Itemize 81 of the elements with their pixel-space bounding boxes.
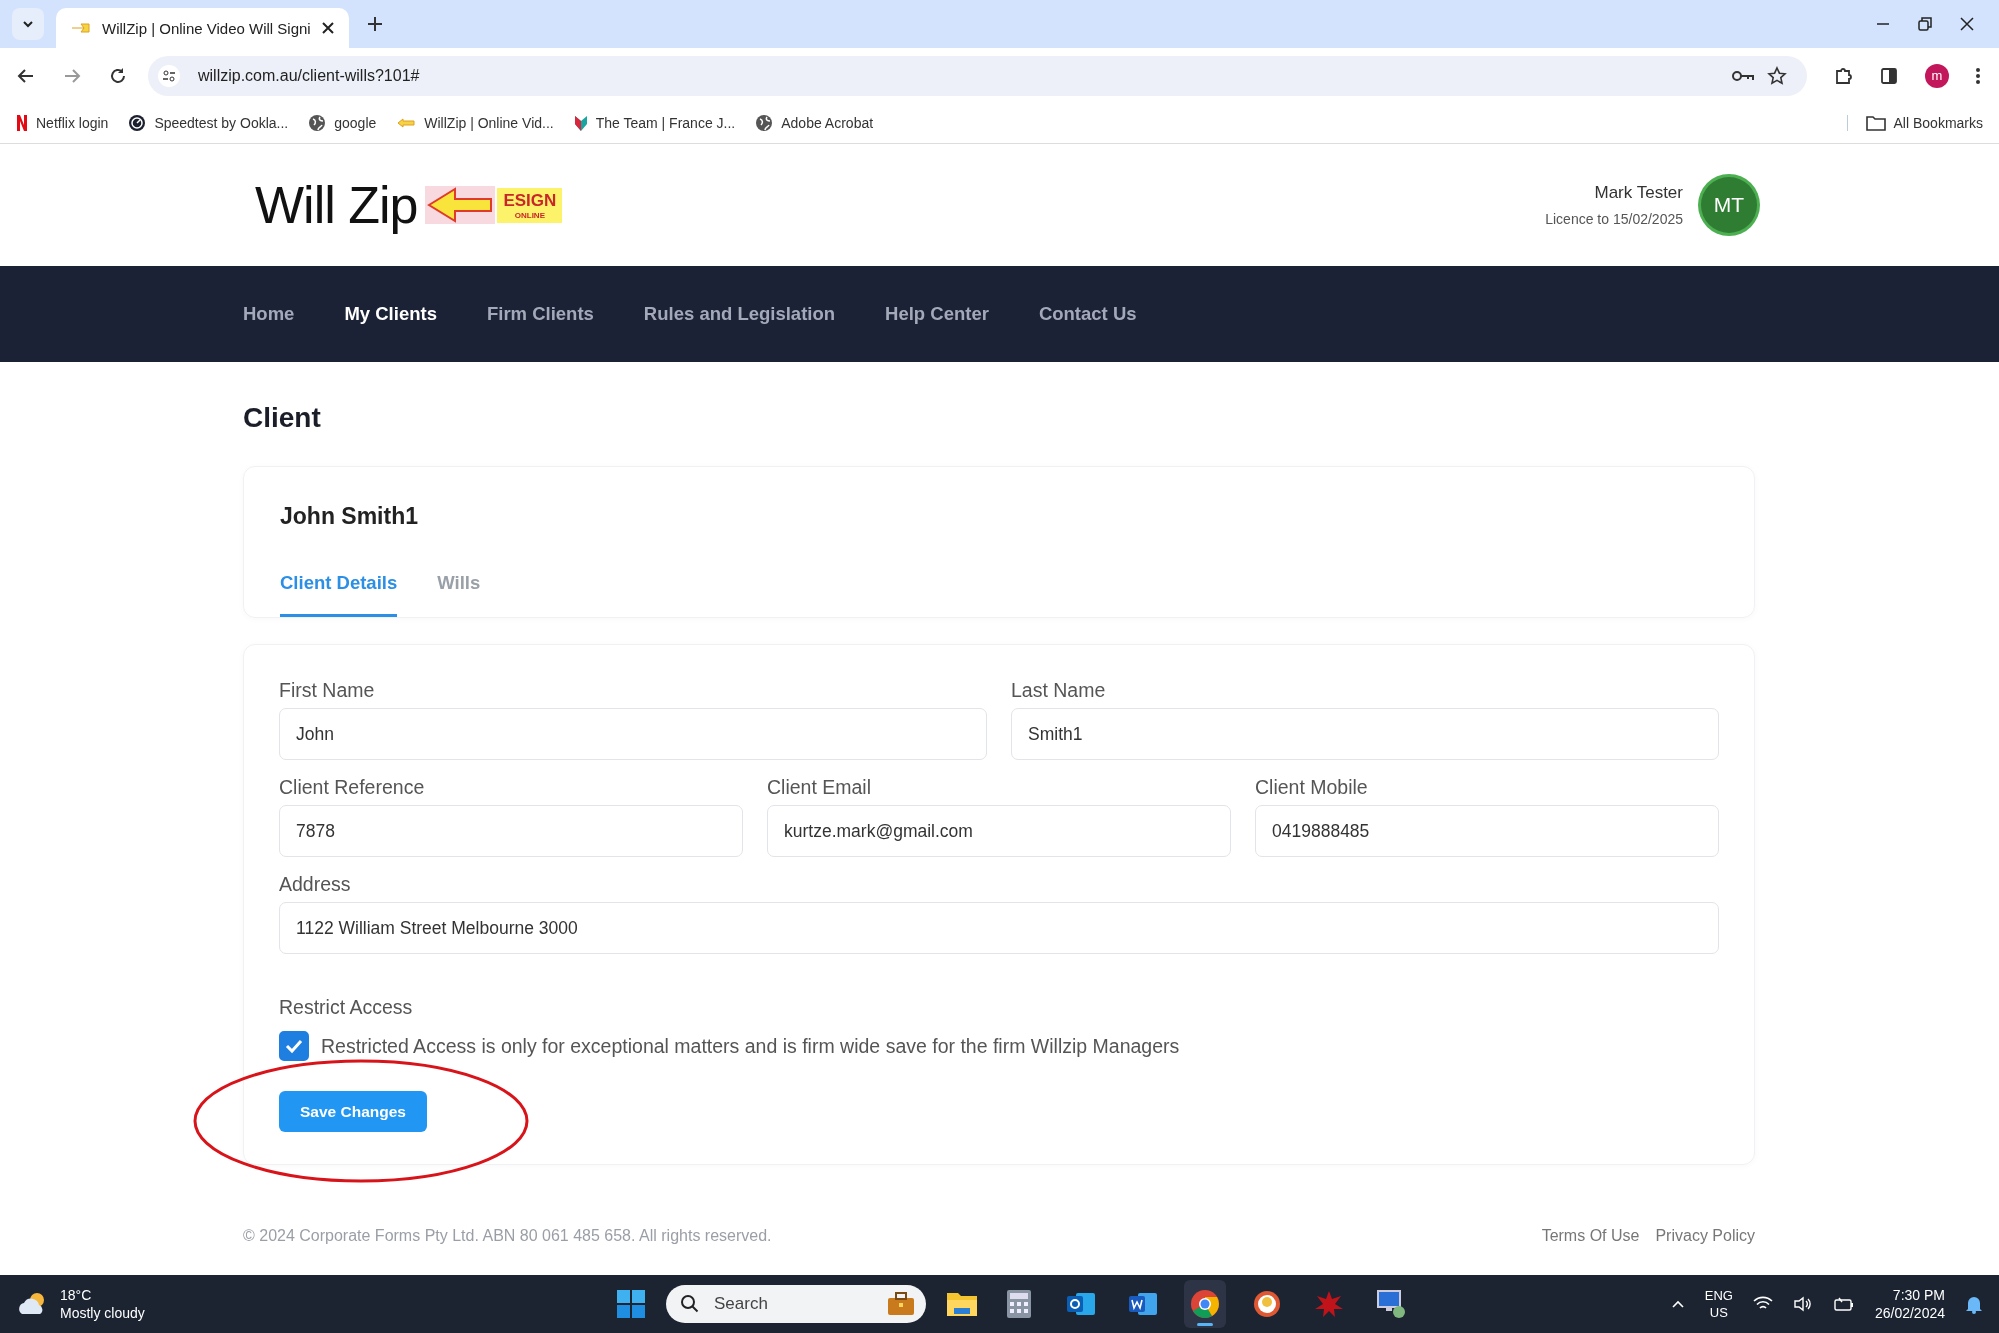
- text-field[interactable]: John: [279, 708, 987, 760]
- bookmark-label: Adobe Acrobat: [781, 115, 874, 131]
- extensions-icon[interactable]: [1833, 65, 1853, 86]
- checkbox-label: Restricted Access is only for exceptional matters and is firm wide save for the firm Willzip Managers: [321, 1034, 1180, 1058]
- arrow-logo-icon: [396, 117, 417, 129]
- menu-icon[interactable]: [1975, 65, 1981, 86]
- language-indicator[interactable]: ENG US: [1704, 1287, 1733, 1321]
- user-avatar[interactable]: MT: [1701, 177, 1757, 233]
- taskbar-search-field[interactable]: Search: [666, 1285, 926, 1323]
- text-field[interactable]: 0419888485: [1255, 805, 1719, 857]
- nav-link[interactable]: Contact Us: [1038, 303, 1137, 325]
- client-name: John Smith1: [280, 503, 419, 530]
- temperature-text: 18°C: [60, 1286, 93, 1304]
- close-icon[interactable]: [1959, 16, 1975, 32]
- site-settings-icon[interactable]: [158, 64, 180, 87]
- battery-icon[interactable]: [1832, 1296, 1855, 1312]
- bookmark-item[interactable]: Adobe Acrobat: [755, 114, 874, 132]
- bell-icon[interactable]: [1965, 1294, 1983, 1314]
- address-bar[interactable]: willzip.com.au/client-wills?101#: [148, 55, 1807, 96]
- new-tab-icon[interactable]: [366, 16, 383, 32]
- browser-app-icon[interactable]: [1184, 1280, 1226, 1328]
- browser-tab[interactable]: WillZip | Online Video Will Signi: [56, 8, 349, 48]
- search-icon: [680, 1294, 700, 1314]
- side-panel-icon[interactable]: [1879, 65, 1899, 86]
- licence-text: Licence to 15/02/2025: [1545, 211, 1683, 227]
- profile-avatar[interactable]: m: [1925, 63, 1949, 88]
- globe-icon: [308, 114, 327, 132]
- field-label: Address: [279, 873, 352, 896]
- text-field[interactable]: kurtze.mark@gmail.com: [767, 805, 1231, 857]
- bookmark-item[interactable]: WillZip | Online Vid...: [396, 115, 554, 131]
- weather-text: Mostly cloudy: [60, 1304, 145, 1322]
- chevron-up-icon[interactable]: [1670, 1299, 1685, 1309]
- windows-start-icon[interactable]: [616, 1289, 646, 1319]
- n-logo-icon: [16, 114, 28, 132]
- speaker-icon[interactable]: [1792, 1296, 1813, 1312]
- close-icon[interactable]: [320, 21, 335, 35]
- gauge-icon: [128, 114, 147, 132]
- tab-title: WillZip | Online Video Will Signi: [102, 19, 311, 37]
- checkbox[interactable]: [279, 1031, 309, 1061]
- page-title: Client: [243, 402, 322, 434]
- globe-icon: [755, 114, 774, 132]
- copyright-text: © 2024 Corporate Forms Pty Ltd. ABN 80 061 485 658. All rights reserved.: [243, 1227, 772, 1245]
- nav-link[interactable]: Firm Clients: [486, 303, 594, 325]
- folder-icon: [1865, 115, 1886, 131]
- bookmark-item[interactable]: The Team | France J...: [573, 114, 736, 132]
- text-field[interactable]: Smith1: [1011, 708, 1719, 760]
- shield-logo-icon: [573, 114, 588, 132]
- field-label: Restrict Access: [279, 996, 414, 1019]
- bookmark-label: Netflix login: [36, 115, 109, 131]
- bookmark-item[interactable]: Speedtest by Ookla...: [128, 114, 289, 132]
- bookmark-label: Speedtest by Ookla...: [154, 115, 289, 131]
- favicon-icon: [70, 22, 92, 34]
- nav-link[interactable]: Help Center: [885, 303, 989, 325]
- all-bookmarks-button[interactable]: All Bookmarks: [1846, 115, 1983, 131]
- user-name: Mark Tester: [1594, 183, 1683, 203]
- bookmark-label: The Team | France J...: [595, 115, 736, 131]
- text-field[interactable]: 7878: [279, 805, 743, 857]
- field-label: Last Name: [1011, 679, 1107, 702]
- esign-badge: ESIGN ONLINE: [497, 187, 563, 223]
- field-label: Client Reference: [279, 776, 426, 799]
- nav-link[interactable]: Rules and Legislation: [643, 303, 836, 325]
- bookmark-item[interactable]: Netflix login: [16, 114, 109, 132]
- field-label: Client Email: [767, 776, 873, 799]
- bookmark-label: google: [334, 115, 377, 131]
- text-field[interactable]: 1122 William Street Melbourne 3000: [279, 902, 1719, 954]
- folder-icon[interactable]: [946, 1290, 978, 1318]
- field-label: Client Mobile: [1255, 776, 1369, 799]
- star-icon[interactable]: [1767, 65, 1787, 86]
- logo-wordmark: Will Zip: [255, 175, 418, 235]
- field-label: First Name: [279, 679, 376, 702]
- briefcase-icon: [886, 1291, 916, 1317]
- footer-link[interactable]: Privacy Policy: [1655, 1227, 1755, 1245]
- clock[interactable]: 7:30 PM 26/02/2024: [1874, 1286, 1945, 1322]
- tab-search-button[interactable]: [12, 8, 44, 40]
- nav-link[interactable]: Home: [243, 303, 295, 325]
- nav-link[interactable]: My Clients: [344, 303, 437, 325]
- restore-icon[interactable]: [1917, 16, 1933, 32]
- bookmark-item[interactable]: google: [308, 114, 377, 132]
- url-text: willzip.com.au/client-wills?101#: [198, 66, 420, 85]
- bookmark-label: WillZip | Online Vid...: [424, 115, 554, 131]
- footer-link[interactable]: Terms Of Use: [1541, 1227, 1640, 1245]
